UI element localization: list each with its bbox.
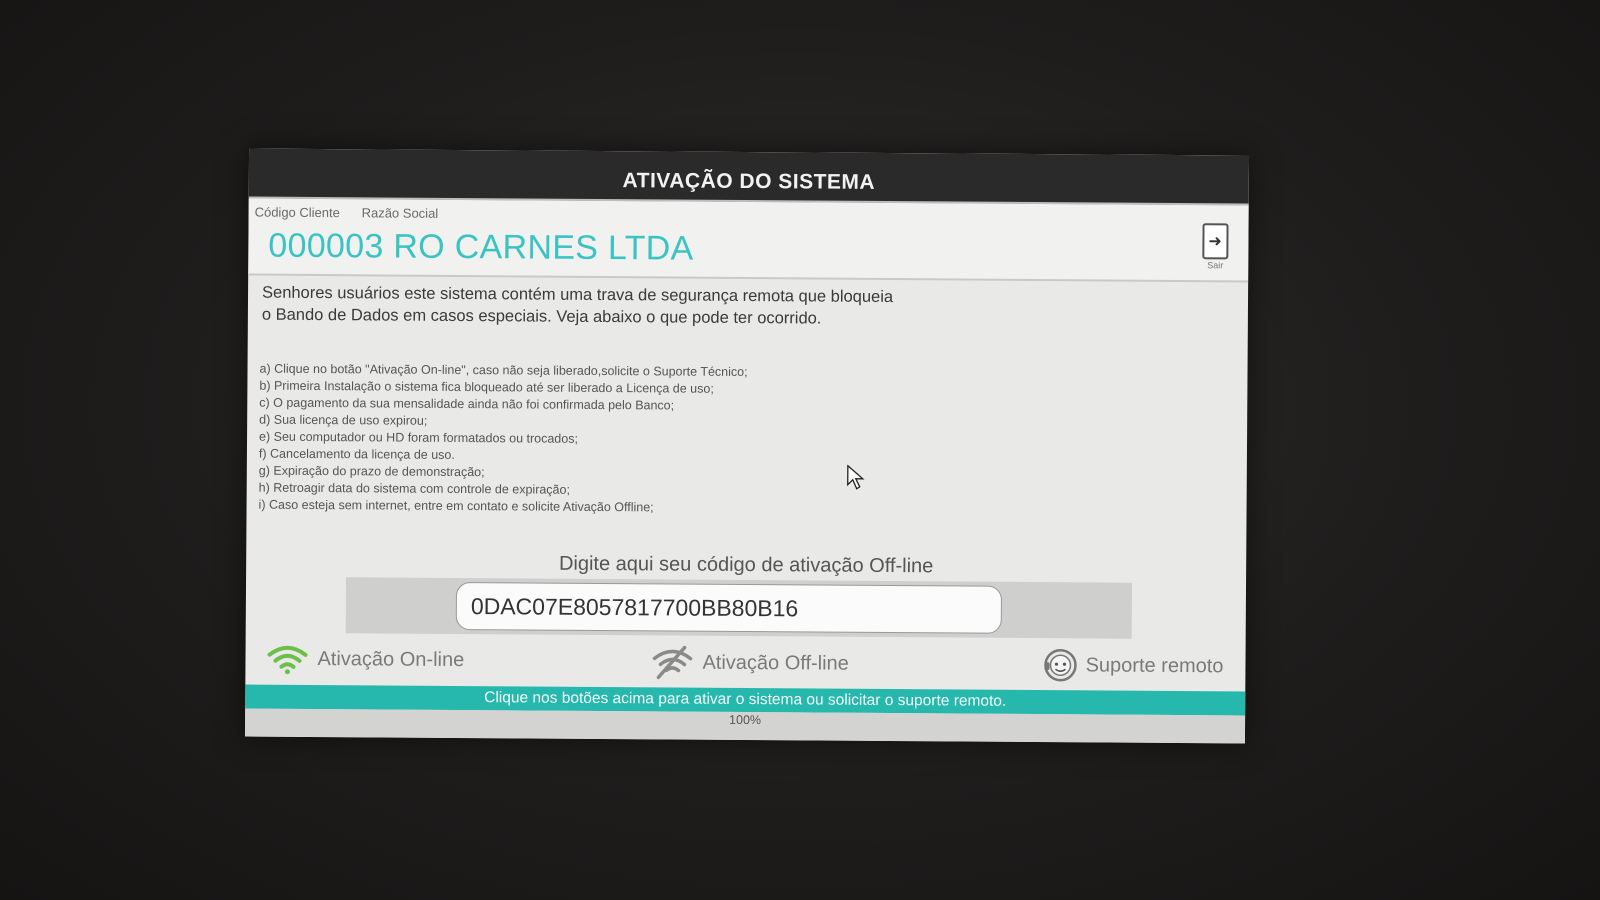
exit-button[interactable]: ➜ Sair: [1200, 223, 1230, 271]
offline-activation-button[interactable]: Ativação Off-line: [650, 645, 849, 680]
wifi-off-icon: [652, 645, 693, 680]
client-panel: Código Cliente Razão Social 000003 RO CA…: [248, 198, 1249, 283]
window-title: ATIVAÇÃO DO SISTEMA: [622, 169, 876, 194]
remote-support-label: Suporte remoto: [1085, 653, 1224, 677]
action-bar: Ativação On-line Ativação Off-line Supor…: [245, 637, 1245, 692]
company-name-label: Razão Social: [361, 205, 439, 221]
intro-text: Senhores usuários este sistema contém um…: [262, 282, 962, 331]
online-activation-label: Ativação On-line: [317, 647, 465, 671]
reason-item: i) Caso esteja sem internet, entre em co…: [258, 497, 654, 515]
support-agent-icon: [1044, 648, 1077, 682]
exit-door-icon: ➜: [1202, 223, 1229, 260]
remote-support-button[interactable]: Suporte remoto: [1043, 648, 1224, 683]
client-display-name: 000003 RO CARNES LTDA: [268, 226, 694, 268]
title-bar: ATIVAÇÃO DO SISTEMA: [248, 148, 1250, 206]
offline-activation-label: Ativação Off-line: [702, 651, 849, 675]
online-activation-button[interactable]: Ativação On-line: [265, 643, 464, 676]
client-code-label: Código Cliente: [254, 204, 340, 221]
reasons-list: a) Clique no botão "Ativação On-line", c…: [259, 361, 960, 519]
activation-code-input[interactable]: [455, 581, 1003, 634]
activation-code-prompt: Digite aqui seu código de ativação Off-l…: [558, 552, 934, 578]
wifi-icon: [267, 645, 308, 675]
mouse-cursor-icon: [847, 464, 865, 490]
activation-window: ATIVAÇÃO DO SISTEMA Código Cliente Razão…: [244, 148, 1250, 744]
exit-button-label: Sair: [1207, 260, 1224, 271]
progress-indicator: 100%: [244, 708, 1246, 744]
activation-code-bar: [345, 577, 1133, 639]
